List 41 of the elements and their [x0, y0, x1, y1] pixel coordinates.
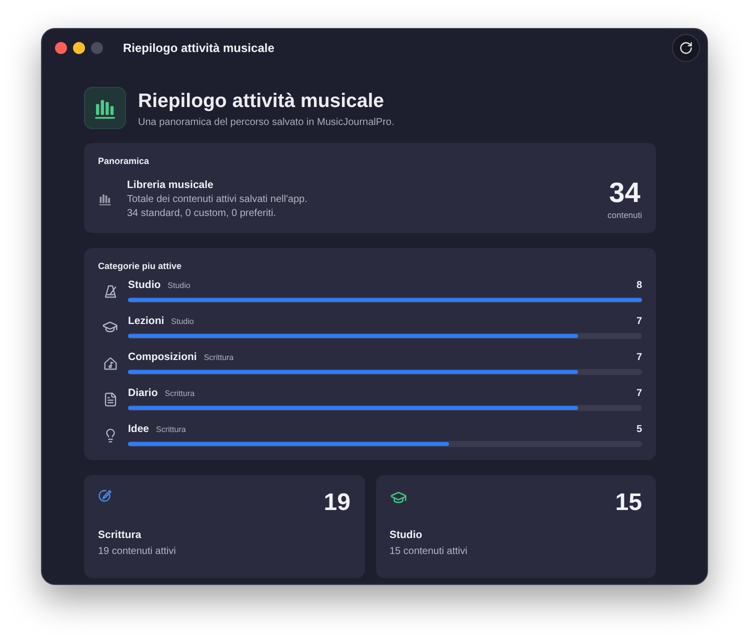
- library-breakdown: 34 standard, 0 custom, 0 preferiti.: [127, 208, 277, 219]
- total-count: 34: [609, 178, 640, 208]
- library-description: Totale dei contenuti attivi salvati nell'app.: [127, 194, 308, 205]
- count-label: contenuti: [608, 210, 642, 220]
- document-icon: [102, 392, 118, 406]
- category-name: Studio: [128, 279, 161, 291]
- metronome-icon: [102, 284, 118, 298]
- category-name: Idee: [128, 423, 150, 435]
- category-count: 7: [636, 316, 642, 327]
- summary-subtitle: 19 contenuti attivi: [98, 546, 177, 557]
- page-subtitle: Una panoramica del percorso salvato in MusicJournalPro.: [138, 116, 394, 128]
- category-group: Studio: [171, 317, 194, 326]
- minimize-button[interactable]: [73, 42, 85, 54]
- refresh-icon: [679, 41, 693, 55]
- category-count: 8: [636, 280, 642, 291]
- category-name: Diario: [128, 387, 158, 399]
- category-name: Lezioni: [128, 315, 164, 327]
- close-button[interactable]: [55, 42, 67, 54]
- category-name: Composizioni: [128, 351, 197, 363]
- card-heading: Panoramica: [98, 156, 150, 166]
- summary-title: Studio: [390, 529, 424, 541]
- category-group: Scrittura: [156, 425, 186, 434]
- bar-chart-icon: [84, 87, 126, 129]
- summary-subtitle: 15 contenuti attivi: [390, 546, 468, 557]
- category-group: Scrittura: [164, 389, 195, 398]
- category-count: 7: [636, 352, 642, 363]
- house-note-icon: [102, 356, 118, 370]
- summary-count: 15: [615, 489, 642, 517]
- card-heading: Categorie piu attive: [98, 261, 183, 271]
- library-title: Libreria musicale: [127, 179, 214, 191]
- graduation-cap-icon: [102, 319, 118, 335]
- category-count: 7: [636, 388, 642, 399]
- page-title: Riepilogo attività musicale: [138, 88, 385, 112]
- category-group: Scrittura: [204, 353, 234, 362]
- summary-count: 19: [324, 489, 350, 517]
- category-count: 5: [636, 424, 642, 435]
- summary-title: Scrittura: [98, 529, 142, 541]
- window-title: Riepilogo attività musicale: [123, 41, 274, 55]
- bar-chart-icon: [98, 192, 112, 206]
- refresh-button[interactable]: [672, 34, 700, 62]
- category-group: Studio: [168, 281, 190, 290]
